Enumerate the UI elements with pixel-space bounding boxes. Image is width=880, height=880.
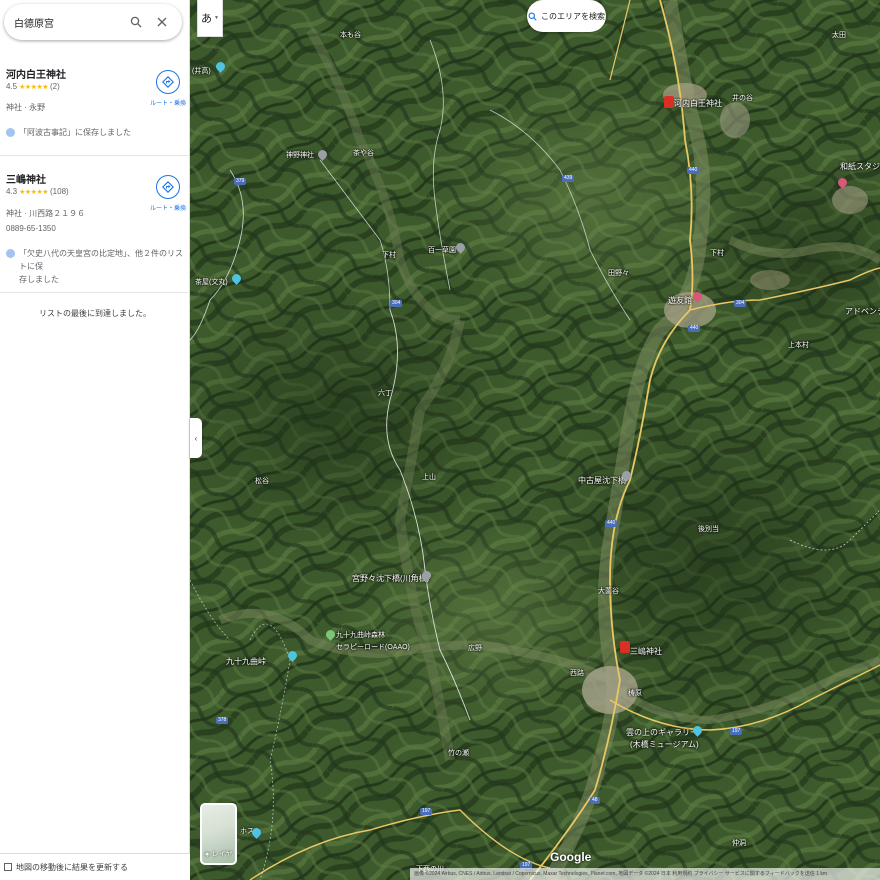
map-label: 茶や谷	[353, 150, 374, 157]
layers-label: ◈ レイヤ	[204, 851, 233, 858]
satellite-map[interactable]: (井高) 本も谷 河内白王神社 井の谷 太田 和紙スタジオ 神野神社 茶や谷 百…	[190, 0, 880, 880]
search-box[interactable]: 白德原宫	[4, 4, 182, 40]
saved-note: 「阿波古事記」に保存しました	[6, 126, 131, 139]
route-shield: 197	[730, 728, 743, 735]
map-label: 太田	[832, 32, 846, 39]
search-this-area-button[interactable]: このエリアを検索	[527, 0, 606, 32]
saved-note-line: 「欠史八代の天皇宮の比定地」、他２件のリストに保	[19, 249, 183, 271]
route-shield: 440	[687, 167, 700, 174]
shrine-marker-icon[interactable]	[620, 641, 630, 653]
map-label: 上山	[422, 474, 436, 481]
map-label: 仲洞	[732, 840, 746, 847]
result-rating: 4.3 ★★★★★ (108)	[6, 187, 69, 196]
map-label: 広野	[468, 645, 482, 652]
map-label[interactable]: 茶屋(文丸)	[195, 277, 228, 287]
close-icon[interactable]	[152, 12, 172, 32]
layers-button[interactable]: ◈ レイヤ	[200, 803, 237, 865]
directions-button[interactable]: ルート・乗換	[148, 175, 188, 212]
review-count: (108)	[50, 187, 69, 196]
map-label[interactable]: アドベンチ	[845, 306, 880, 317]
review-count: (2)	[50, 82, 60, 91]
map-label: 大薗谷	[598, 588, 619, 595]
map-label: 井の谷	[732, 95, 753, 102]
map-label[interactable]: 和紙スタジオ	[840, 161, 880, 172]
route-shield: 48	[590, 797, 600, 804]
map-label[interactable]: (木橋ミュージアム)	[630, 739, 699, 750]
route-shield: 304	[734, 300, 747, 307]
map-label[interactable]: 九十九曲峠	[226, 656, 266, 667]
chevron-down-icon: ▼	[214, 15, 219, 21]
update-on-move-bar[interactable]: 地図の移動後に結果を更新する	[0, 853, 190, 880]
route-shield: 379	[234, 178, 247, 185]
star-rating-icon: ★★★★★	[19, 188, 49, 196]
collapse-panel-button[interactable]: ‹	[190, 418, 202, 458]
route-shield: 440	[688, 325, 701, 332]
result-rating: 4.5 ★★★★★ (2)	[6, 82, 60, 91]
map-label: 松谷	[255, 478, 269, 485]
saved-list-icon	[6, 128, 15, 137]
saved-note-text: 「阿波古事記」に保存しました	[19, 128, 131, 137]
result-category: 神社 · 永野	[6, 103, 46, 112]
directions-icon[interactable]	[156, 175, 180, 199]
map-label: 西路	[570, 670, 584, 677]
update-on-move-label: 地図の移動後に結果を更新する	[16, 862, 128, 872]
map-label[interactable]: 中古屋沈下橋	[578, 475, 626, 486]
route-shield: 440	[605, 520, 618, 527]
map-label: 六丁	[378, 390, 392, 397]
saved-note-text: 「欠史八代の天皇宮の比定地」、他２件のリストに保 存しました	[19, 247, 190, 286]
result-item[interactable]: 三嶋神社 4.3 ★★★★★ (108) 神社 · 川西路２１９６ 0889-6…	[0, 171, 190, 293]
map-label[interactable]: 雲の上のギャラリー	[626, 727, 698, 738]
map-label: 下村	[382, 252, 396, 259]
map-label: 梼原	[628, 690, 642, 697]
map-label: 田野々	[608, 270, 629, 277]
google-logo: Google	[550, 850, 592, 864]
result-item[interactable]: 河内白王神社 4.5 ★★★★★ (2) 神社 · 永野 ルート・乗換 「阿波古…	[0, 66, 190, 156]
directions-button[interactable]: ルート・乗換	[148, 70, 188, 107]
rating-value: 4.5	[6, 82, 18, 91]
search-query[interactable]: 白德原宫	[14, 15, 120, 30]
map-label[interactable]: セラピーロード(OAAO)	[336, 642, 410, 652]
satellite-terrain	[190, 0, 880, 880]
map-label: 後別当	[698, 526, 719, 533]
map-label[interactable]: 九十九曲峠森林	[336, 630, 385, 640]
shrine-marker-icon[interactable]	[664, 96, 674, 108]
end-of-list-message: リストの最後に到達しました。	[39, 309, 151, 318]
map-label[interactable]: 宮野々沈下橋(川角橋)	[352, 573, 429, 584]
map-label: 本も谷	[340, 32, 361, 39]
search-this-area-label: このエリアを検索	[541, 11, 605, 21]
star-rating-icon: ★★★★★	[19, 83, 49, 91]
result-phone: 0889-65-1350	[6, 224, 56, 233]
map-attribution[interactable]: 画像 ©2024 Airbus, CNES / Airbus, Landsat …	[410, 868, 880, 880]
map-label[interactable]: 百一草園	[428, 245, 456, 255]
map-label: 上本村	[788, 342, 809, 349]
route-shield: 378	[216, 717, 229, 724]
map-label: (井高)	[192, 68, 211, 75]
saved-list-icon	[6, 249, 15, 258]
map-label[interactable]: 神野神社	[286, 150, 314, 160]
saved-note-line: 存しました	[19, 275, 59, 284]
map-label[interactable]: 遊友館	[668, 295, 692, 306]
map-label[interactable]: 河内白王神社	[674, 98, 722, 109]
input-mode-label: あ	[201, 13, 213, 25]
search-icon	[528, 11, 537, 21]
directions-label: ルート・乗換	[149, 101, 186, 107]
update-on-move-checkbox[interactable]	[4, 863, 12, 871]
search-icon[interactable]	[126, 12, 146, 32]
result-title[interactable]: 河内白王神社	[6, 66, 66, 81]
route-shield: 304	[390, 300, 403, 307]
map-label: 下村	[710, 250, 724, 257]
input-mode-button[interactable]: あ ▼	[197, 0, 223, 37]
rating-value: 4.3	[6, 187, 18, 196]
result-category: 神社 · 川西路２１９６	[6, 209, 86, 218]
result-title[interactable]: 三嶋神社	[6, 171, 46, 186]
map-label: 竹の瀬	[448, 750, 469, 757]
route-shield: 197	[420, 808, 433, 815]
directions-label: ルート・乗換	[149, 206, 186, 212]
map-label[interactable]: 三嶋神社	[630, 646, 662, 657]
directions-icon[interactable]	[156, 70, 180, 94]
results-panel: 白德原宫 河内白王神社 4.5 ★★★★★ (2) 神社 · 永野 ルート・乗換…	[0, 0, 190, 880]
saved-note: 「欠史八代の天皇宮の比定地」、他２件のリストに保 存しました	[6, 247, 190, 286]
route-shield: 439	[562, 175, 575, 182]
